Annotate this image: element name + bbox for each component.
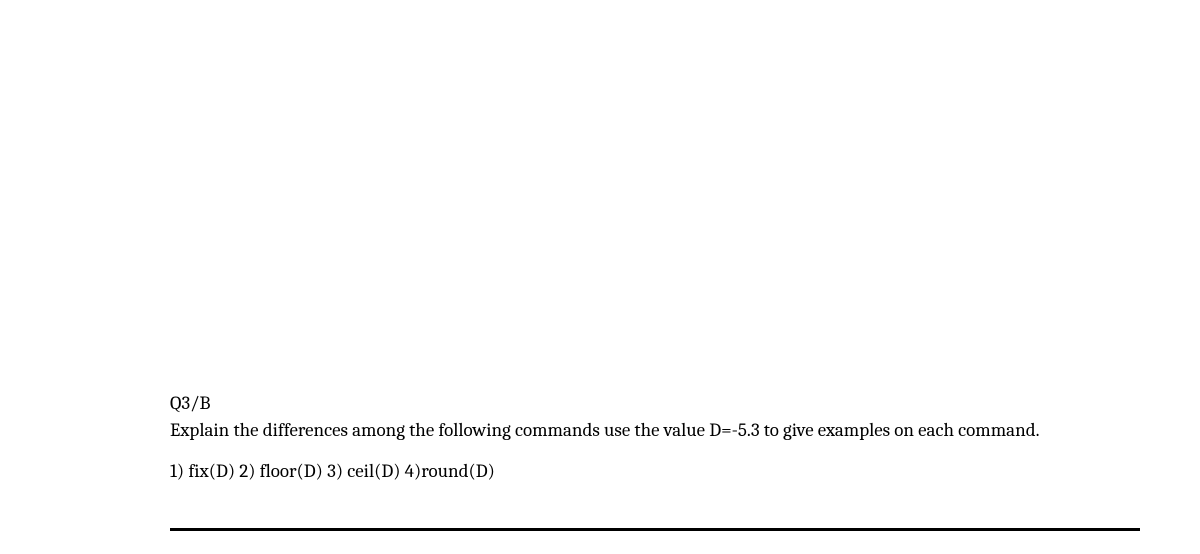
- horizontal-rule: [170, 528, 1140, 531]
- question-prompt: Explain the differences among the follow…: [170, 418, 1140, 444]
- question-block: Q3/B Explain the differences among the f…: [170, 392, 1140, 482]
- question-items: 1) fix(D) 2) floor(D) 3) ceil(D) 4)round…: [170, 460, 1140, 482]
- question-heading: Q3/B: [170, 392, 1140, 414]
